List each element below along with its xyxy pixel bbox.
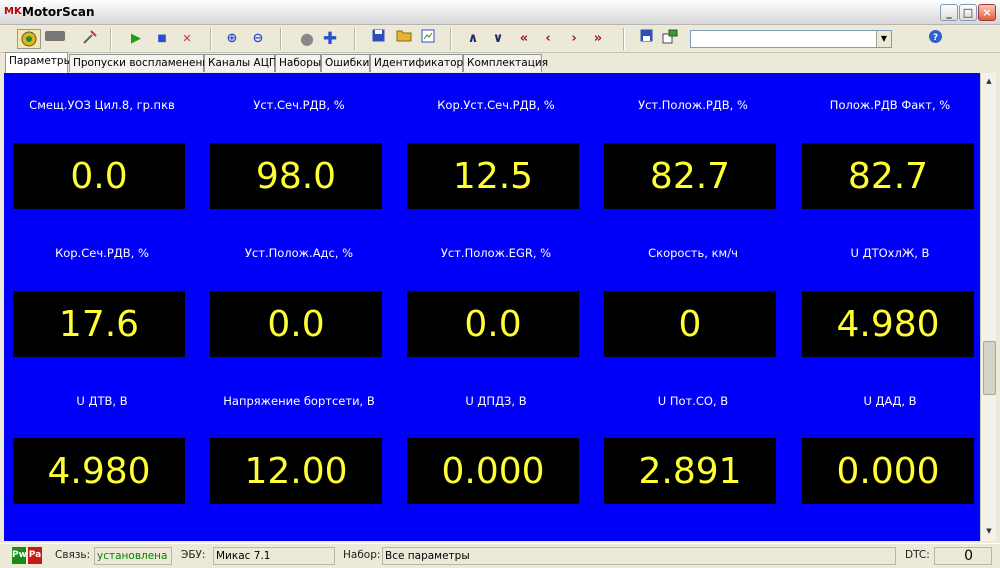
param-value: 12.5	[407, 143, 579, 209]
help-icon[interactable]: ?	[925, 29, 945, 49]
param-value: 0	[604, 291, 776, 357]
tab-misfires[interactable]: Пропуски воспламенения	[69, 54, 215, 72]
param-value: 82.7	[802, 143, 974, 209]
param-label: Кор.Уст.Сеч.РДВ, %	[437, 98, 555, 112]
param-label: Кор.Сеч.РДВ, %	[55, 246, 149, 260]
svg-text:?: ?	[932, 33, 937, 43]
tab-parameters[interactable]: Параметры	[5, 52, 72, 73]
zoom-out-icon[interactable]: ⊖	[248, 29, 268, 49]
param-label: Уст.Полож.Адс, %	[244, 246, 354, 260]
set-value: Все параметры	[382, 547, 896, 565]
title-bar: MK MotorScan _ □ ×	[0, 0, 1000, 25]
maximize-button[interactable]: □	[959, 4, 977, 21]
param-value: 0.000	[802, 438, 974, 504]
parameters-panel: Смещ.УОЗ Цил.8, гр.пкв 0.0 Уст.Сеч.РДВ, …	[4, 73, 980, 541]
param-value: 0.000	[407, 438, 579, 504]
save-set-icon[interactable]	[636, 29, 656, 49]
dtc-label: DTC:	[905, 549, 930, 561]
param-value: 0.0	[210, 291, 382, 357]
connect-icon[interactable]	[17, 29, 41, 49]
tab-sets[interactable]: Наборы	[275, 54, 321, 72]
param-value: 0.0	[13, 143, 185, 209]
play-icon[interactable]: ▶	[126, 29, 146, 49]
param-value: 12.00	[210, 438, 382, 504]
param-value: 4.980	[802, 291, 974, 357]
tab-adc-channels[interactable]: Каналы АЦП	[204, 54, 277, 72]
scrollbar-thumb[interactable]	[983, 341, 996, 395]
clear-icon[interactable]: ✕	[177, 29, 197, 49]
param-label: Напряжение бортсети, В	[223, 394, 375, 408]
param-label: U Пот.СО, В	[657, 394, 729, 408]
prev-icon[interactable]: ‹	[538, 29, 558, 49]
tab-identifiers[interactable]: Идентификаторы	[370, 54, 471, 72]
vertical-scrollbar[interactable]: ▲ ▼	[980, 73, 996, 541]
param-value: 2.891	[604, 438, 776, 504]
param-value: 98.0	[210, 143, 382, 209]
export-icon[interactable]	[418, 29, 438, 49]
up-icon[interactable]: ∧	[463, 29, 483, 49]
toolbar: ▶ ■ ✕ ⊕ ⊖ ● ✚ ∧ ∨ « ‹ › » ▼ ?	[0, 25, 1000, 53]
first-icon[interactable]: «	[514, 29, 534, 49]
param-value: 82.7	[604, 143, 776, 209]
stop-icon[interactable]: ■	[152, 29, 172, 49]
minimize-button[interactable]: _	[940, 4, 958, 21]
param-label: Уст.Полож.EGR, %	[440, 246, 552, 260]
param-value: 17.6	[13, 291, 185, 357]
param-label: Скорость, км/ч	[648, 246, 738, 260]
last-icon[interactable]: »	[588, 29, 608, 49]
param-value: 4.980	[13, 438, 185, 504]
device-icon[interactable]	[43, 29, 67, 49]
next-icon[interactable]: ›	[564, 29, 584, 49]
settings-icon[interactable]	[660, 29, 680, 49]
power-indicator: Pw	[12, 547, 27, 564]
link-status: установлена	[94, 547, 172, 565]
down-icon[interactable]: ∨	[488, 29, 508, 49]
dtc-count: 0	[934, 547, 992, 565]
zoom-in-icon[interactable]: ⊕	[222, 29, 242, 49]
record-icon[interactable]: ●	[297, 29, 317, 49]
open-icon[interactable]	[394, 29, 414, 49]
tab-configuration[interactable]: Комплектация	[463, 54, 548, 72]
window-title: MotorScan	[22, 5, 95, 19]
param-label: U ДТОхлЖ, В	[850, 246, 930, 260]
save-icon[interactable]	[368, 29, 388, 49]
param-label: U ДТВ, В	[76, 394, 128, 408]
set-label: Набор:	[343, 549, 381, 561]
tab-errors[interactable]: Ошибки	[321, 54, 370, 72]
pa-indicator: Pa	[28, 547, 42, 564]
ecu-value: Микас 7.1	[213, 547, 335, 565]
param-value: 0.0	[407, 291, 579, 357]
param-label: U ДПДЗ, В	[465, 394, 527, 408]
close-button[interactable]: ×	[978, 4, 996, 21]
param-label: Уст.Полож.РДВ, %	[638, 98, 748, 112]
chevron-down-icon[interactable]: ▼	[876, 31, 891, 47]
param-label: Полож.РДВ Факт, %	[829, 98, 951, 112]
scroll-down-icon[interactable]: ▼	[982, 524, 996, 538]
status-bar: Pw Pa Связь: установлена ЭБУ: Микас 7.1 …	[0, 543, 1000, 568]
param-label: Смещ.УОЗ Цил.8, гр.пкв	[29, 98, 175, 112]
param-label: U ДАД, В	[863, 394, 917, 408]
set-combo[interactable]: ▼	[690, 30, 892, 48]
ecu-label: ЭБУ:	[181, 549, 206, 561]
scroll-up-icon[interactable]: ▲	[982, 74, 996, 88]
app-logo-icon: MK	[4, 6, 22, 17]
link-label: Связь:	[55, 549, 91, 561]
param-label: Уст.Сеч.РДВ, %	[253, 98, 345, 112]
add-icon[interactable]: ✚	[320, 29, 340, 49]
tools-icon[interactable]	[80, 29, 100, 49]
